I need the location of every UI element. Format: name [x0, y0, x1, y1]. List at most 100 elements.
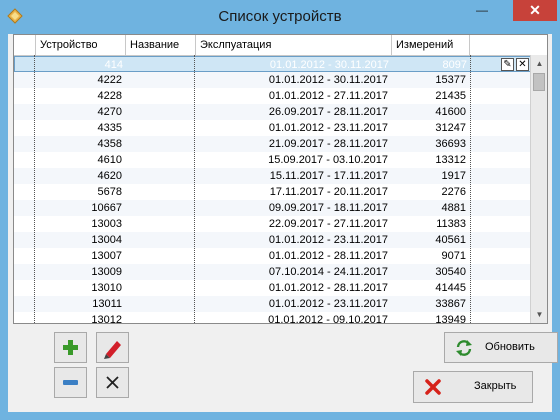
- minimize-button[interactable]: —: [467, 0, 497, 21]
- cell-measurements: 13312: [435, 154, 466, 166]
- cell-device: 4610: [97, 154, 122, 166]
- cell-exploitation: 01.01.2012 - 30.11.2017: [268, 74, 388, 86]
- cell-measurements: 30540: [435, 266, 466, 278]
- minus-icon: [63, 380, 78, 385]
- refresh-button[interactable]: Обновить: [444, 332, 558, 363]
- cell-device: 13004: [91, 234, 122, 246]
- table-row[interactable]: 10667 09.09.2017 - 18.11.2017 4881: [14, 200, 532, 216]
- table-row[interactable]: 13012 01.01.2012 - 09.10.2017 13949: [14, 312, 532, 324]
- close-window-button[interactable]: ✕: [513, 0, 557, 21]
- cell-exploitation: 15.11.2017 - 17.11.2017: [269, 170, 388, 182]
- cell-exploitation: 17.11.2017 - 20.11.2017: [269, 186, 388, 198]
- remove-button[interactable]: [54, 367, 87, 398]
- cell-name: [128, 168, 194, 184]
- table-row[interactable]: 13009 07.10.2014 - 24.11.2017 30540: [14, 264, 532, 280]
- header-measurements[interactable]: Измерений: [392, 35, 470, 55]
- cell-name: [128, 216, 194, 232]
- delete-button[interactable]: [96, 367, 129, 398]
- cell-measurements: 9071: [441, 250, 466, 262]
- cell-device: 414: [104, 59, 123, 71]
- cell-name: [129, 57, 195, 73]
- scrollbar-thumb[interactable]: [533, 73, 545, 91]
- refresh-button-label: Обновить: [485, 341, 535, 353]
- header-device[interactable]: Устройство: [36, 35, 126, 55]
- table-row[interactable]: 13003 22.09.2017 - 27.11.2017 11383: [14, 216, 532, 232]
- cell-device: 13010: [91, 282, 122, 294]
- vertical-scrollbar[interactable]: ▲ ▼: [530, 55, 547, 323]
- cell-exploitation: 09.09.2017 - 18.11.2017: [268, 202, 388, 214]
- grid-header: Устройство Название Экслпуатация Измерен…: [14, 35, 547, 56]
- table-row[interactable]: 4610 15.09.2017 - 03.10.2017 13312: [14, 152, 532, 168]
- cell-device: 13007: [91, 250, 122, 262]
- cell-device: 4358: [97, 138, 122, 150]
- scroll-down-arrow-icon[interactable]: ▼: [531, 306, 547, 323]
- table-row[interactable]: 13004 01.01.2012 - 23.11.2017 40561: [14, 232, 532, 248]
- table-row[interactable]: 4270 26.09.2017 - 28.11.2017 41600: [14, 104, 532, 120]
- table-row[interactable]: 4335 01.01.2012 - 23.11.2017 31247: [14, 120, 532, 136]
- row-edit-pencil-icon[interactable]: ✎: [501, 58, 514, 71]
- close-x-icon: [425, 379, 441, 395]
- table-row[interactable]: 4222 01.01.2012 - 30.11.2017 15377: [14, 72, 532, 88]
- table-row[interactable]: 4620 15.11.2017 - 17.11.2017 1917: [14, 168, 532, 184]
- cell-exploitation: 07.10.2014 - 24.11.2017: [268, 266, 388, 278]
- close-button[interactable]: Закрыть: [413, 371, 533, 403]
- cell-device: 4270: [97, 106, 122, 118]
- cell-device: 5678: [97, 186, 122, 198]
- cell-exploitation: 01.01.2012 - 28.11.2017: [268, 282, 388, 294]
- close-button-label: Закрыть: [474, 380, 517, 392]
- cell-name: [128, 264, 194, 280]
- cross-icon: [106, 376, 119, 389]
- cell-name: [128, 312, 194, 323]
- cell-measurements: 41600: [435, 106, 466, 118]
- pencil-icon: [104, 341, 121, 359]
- cell-measurements: 36693: [435, 138, 466, 150]
- table-row[interactable]: 13011 01.01.2012 - 23.11.2017 33867: [14, 296, 532, 312]
- cell-exploitation: 01.01.2012 - 28.11.2017: [268, 250, 388, 262]
- header-name[interactable]: Название: [126, 35, 196, 55]
- cell-exploitation: 01.01.2012 - 27.11.2017: [268, 90, 388, 102]
- cell-exploitation: 01.01.2012 - 30.11.2017: [269, 59, 389, 71]
- table-row[interactable]: 13010 01.01.2012 - 28.11.2017 41445: [14, 280, 532, 296]
- row-cancel-icon[interactable]: ✕: [516, 58, 529, 71]
- edit-button[interactable]: [96, 332, 129, 363]
- cell-exploitation: 01.01.2012 - 23.11.2017: [268, 122, 388, 134]
- cell-device: 13012: [91, 314, 122, 324]
- table-row[interactable]: 4228 01.01.2012 - 27.11.2017 21435: [14, 88, 532, 104]
- title-bar[interactable]: Список устройств — ✕: [0, 0, 560, 34]
- cell-device: 4620: [97, 170, 122, 182]
- scroll-up-arrow-icon[interactable]: ▲: [531, 55, 547, 72]
- table-row[interactable]: 414 01.01.2012 - 30.11.2017 8097 ✎ ✕: [14, 56, 532, 72]
- cell-exploitation: 01.01.2012 - 23.11.2017: [268, 234, 388, 246]
- cell-device: 13009: [91, 266, 122, 278]
- cell-measurements: 33867: [435, 298, 466, 310]
- cell-measurements: 21435: [435, 90, 466, 102]
- cell-measurements: 31247: [435, 122, 466, 134]
- cell-name: [128, 232, 194, 248]
- cell-measurements: 4881: [441, 202, 466, 214]
- device-grid[interactable]: Устройство Название Экслпуатация Измерен…: [13, 34, 548, 324]
- cell-measurements: 11383: [436, 218, 466, 230]
- table-row[interactable]: 4358 21.09.2017 - 28.11.2017 36693: [14, 136, 532, 152]
- cell-name: [128, 200, 194, 216]
- cell-name: [128, 248, 194, 264]
- cell-exploitation: 01.01.2012 - 09.10.2017: [268, 314, 388, 324]
- table-row[interactable]: 5678 17.11.2017 - 20.11.2017 2276: [14, 184, 532, 200]
- table-row[interactable]: 13007 01.01.2012 - 28.11.2017 9071: [14, 248, 532, 264]
- cell-name: [128, 88, 194, 104]
- cell-exploitation: 21.09.2017 - 28.11.2017: [268, 138, 388, 150]
- cell-measurements: 13949: [435, 314, 466, 324]
- add-button[interactable]: [54, 332, 87, 363]
- cell-exploitation: 01.01.2012 - 23.11.2017: [268, 298, 388, 310]
- cell-device: 4228: [97, 90, 122, 102]
- cell-measurements: 15377: [435, 74, 466, 86]
- cell-measurements: 8097: [442, 59, 467, 71]
- cell-exploitation: 26.09.2017 - 28.11.2017: [268, 106, 388, 118]
- cell-name: [128, 120, 194, 136]
- cell-name: [128, 104, 194, 120]
- header-exploitation[interactable]: Экслпуатация: [196, 35, 392, 55]
- cell-name: [128, 152, 194, 168]
- cell-name: [128, 280, 194, 296]
- cell-device: 10667: [91, 202, 122, 214]
- cell-measurements: 1917: [441, 170, 466, 182]
- window: Список устройств — ✕ Устройство Название…: [0, 0, 560, 420]
